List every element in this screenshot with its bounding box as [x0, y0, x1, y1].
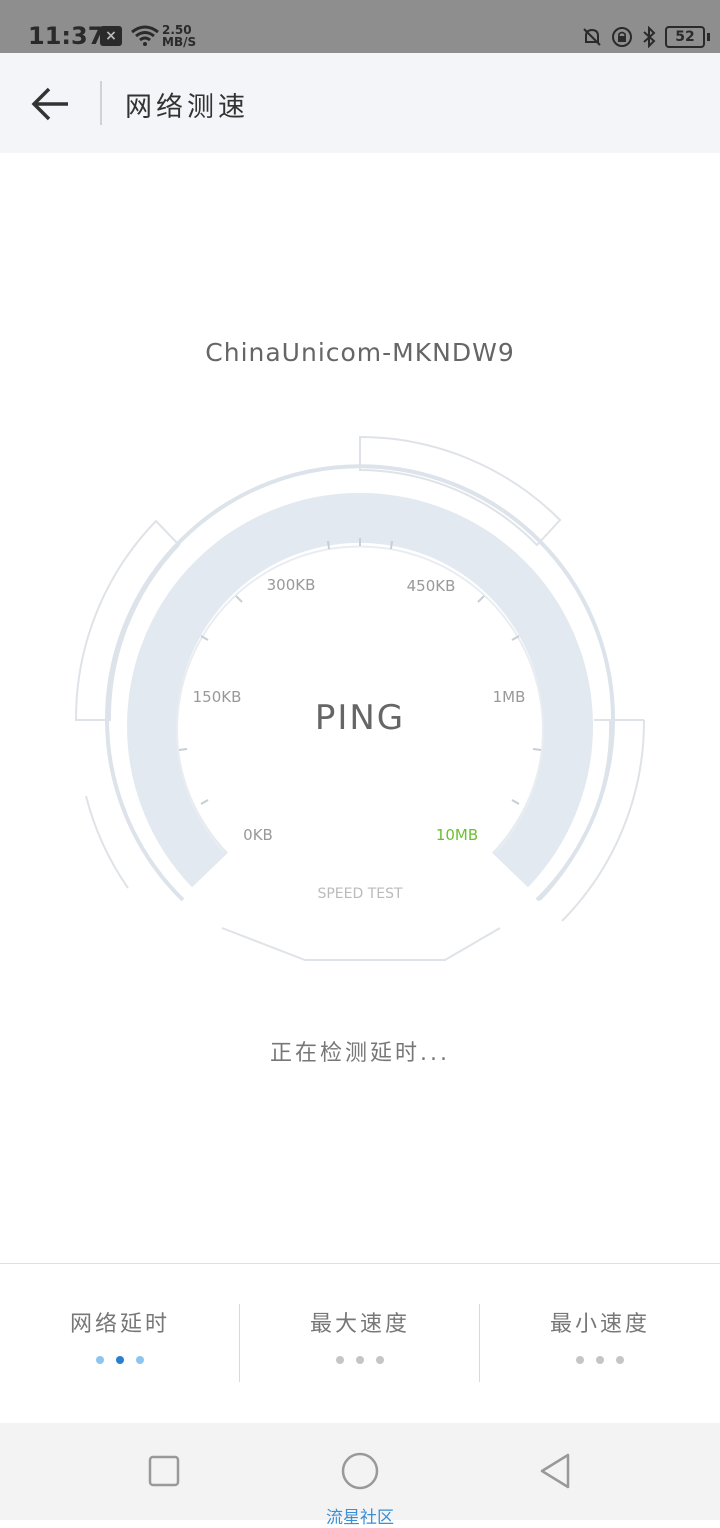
- page-title: 网络测速: [125, 92, 249, 123]
- system-nav-bar: 流星社区: [0, 1423, 720, 1528]
- stat-max-speed[interactable]: 最大速度: [240, 1264, 480, 1424]
- loading-dot: [596, 1356, 604, 1364]
- loading-dot: [616, 1356, 624, 1364]
- battery-indicator: 52: [665, 26, 705, 48]
- home-icon[interactable]: [340, 1451, 380, 1491]
- stat-latency-loading-dots: [0, 1356, 240, 1364]
- wifi-icon: [131, 25, 159, 46]
- back-arrow-icon[interactable]: [28, 81, 74, 127]
- recent-apps-icon[interactable]: [144, 1451, 184, 1491]
- title-divider: [100, 81, 102, 125]
- nav-caption: 流星社区: [326, 1508, 394, 1528]
- status-message: 正在检测延时...: [270, 1041, 450, 1066]
- status-time: 11:37: [28, 22, 105, 50]
- gauge-bottom-panel: [221, 927, 501, 961]
- gauge-label-10mb: 10MB: [436, 826, 478, 844]
- stat-min-speed-loading-dots: [480, 1356, 720, 1364]
- gauge-speed-test-label: SPEED TEST: [317, 886, 403, 902]
- gauge-label-450kb: 450KB: [407, 577, 456, 595]
- status-bar: 11:37 × 2.50 MB/S 52: [0, 0, 720, 53]
- gauge-label-300kb: 300KB: [267, 576, 316, 594]
- stats-panel: 网络延时 最大速度 最小速度: [0, 1263, 720, 1424]
- stat-max-speed-loading-dots: [240, 1356, 480, 1364]
- notification-icon: ×: [100, 26, 122, 46]
- stat-latency-label: 网络延时: [69, 1312, 170, 1337]
- gauge-label-0kb: 0KB: [243, 826, 273, 844]
- stat-latency[interactable]: 网络延时: [0, 1264, 240, 1424]
- battery-nub: [707, 33, 710, 41]
- network-speed: 2.50 MB/S: [162, 24, 196, 48]
- lock-rotation-icon: [612, 27, 632, 47]
- stat-min-speed-label: 最小速度: [549, 1312, 650, 1337]
- stat-max-speed-label: 最大速度: [309, 1312, 410, 1337]
- network-name: ChinaUnicom-MKNDW9: [205, 338, 515, 367]
- loading-dot: [96, 1356, 104, 1364]
- loading-dot: [116, 1356, 124, 1364]
- loading-dot: [576, 1356, 584, 1364]
- status-icons: 52: [581, 24, 710, 50]
- loading-dot: [136, 1356, 144, 1364]
- loading-dot: [356, 1356, 364, 1364]
- loading-dot: [336, 1356, 344, 1364]
- back-icon[interactable]: [536, 1451, 576, 1491]
- app-bar: 网络测速: [0, 53, 720, 153]
- stat-min-speed[interactable]: 最小速度: [480, 1264, 720, 1424]
- bluetooth-icon: [643, 26, 656, 48]
- mute-bell-icon: [583, 28, 601, 46]
- loading-dot: [376, 1356, 384, 1364]
- network-speed-unit: MB/S: [162, 35, 197, 49]
- ping-label: PING: [314, 698, 406, 738]
